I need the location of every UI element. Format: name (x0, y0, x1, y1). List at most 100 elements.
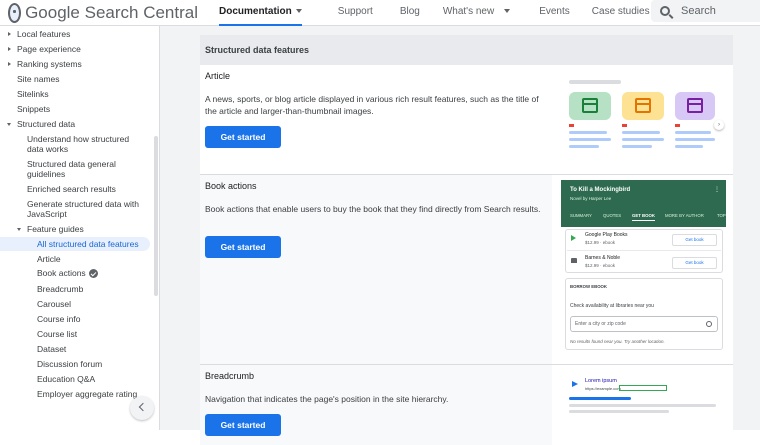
sidebar-item-feature-guides[interactable]: Feature guides (27, 224, 84, 234)
sidebar-item-employer-rating[interactable]: Employer aggregate rating (37, 389, 137, 399)
nav-label: What's new (442, 5, 495, 17)
sidebar-item-book-actions[interactable]: Book actions (37, 268, 98, 279)
search-icon (706, 321, 712, 327)
search-central-logo-icon (8, 2, 22, 23)
preview-text-bar (569, 131, 607, 134)
row-title: Breadcrumb (205, 371, 255, 381)
store-icon (571, 258, 577, 263)
sidebar-item-snippets[interactable]: Snippets (17, 104, 50, 114)
nav-whats-new[interactable]: What's new (442, 0, 511, 26)
main-nav: Documentation Support Blog What's new Ev… (198, 0, 650, 26)
breadcrumb-preview-title: Lorem ipsum (585, 378, 617, 384)
book-tab: TOP (717, 213, 726, 218)
preview-text-bar (569, 397, 631, 400)
preview-text-bar (622, 145, 652, 148)
book-tab-active: GET BOOK (632, 213, 655, 221)
table-header: Structured data features (200, 35, 733, 65)
nav-events[interactable]: Events (539, 0, 570, 26)
sidebar-scrollbar[interactable] (154, 136, 158, 296)
search-placeholder: Search (681, 5, 716, 17)
sidebar-item-sitelinks[interactable]: Sitelinks (17, 89, 49, 99)
nav-label: Support (337, 5, 373, 17)
search-input[interactable]: Search (651, 0, 760, 22)
preview-card-yellow (622, 92, 664, 120)
book-option-detail: $12.99 · ebook (585, 240, 616, 245)
nav-label: Events (539, 5, 570, 17)
collapse-arrow-icon[interactable] (7, 123, 11, 126)
nav-documentation[interactable]: Documentation (219, 0, 302, 26)
google-play-icon (571, 235, 576, 241)
sidebar-item-article[interactable]: Article (37, 254, 61, 264)
sidebar-item-discussion-forum[interactable]: Discussion forum (37, 359, 102, 369)
book-tab: SUMMARY (570, 213, 592, 218)
document-icon (582, 98, 598, 113)
preview-text-bar (569, 138, 611, 141)
chevron-right-icon: › (714, 120, 724, 130)
sidebar-item-local-features[interactable]: Local features (17, 29, 70, 39)
preview-source-mark (622, 124, 627, 127)
row-title: Book actions (205, 181, 257, 191)
get-started-button[interactable]: Get started (205, 126, 281, 148)
site-logo[interactable]: Google Search Central (8, 2, 198, 23)
row-info-cell: Breadcrumb Navigation that indicates the… (200, 365, 552, 445)
sidebar-item-site-names[interactable]: Site names (17, 74, 60, 84)
preview-source-mark (675, 124, 680, 127)
sidebar-item-education-qa[interactable]: Education Q&A (37, 374, 95, 384)
expand-arrow-icon[interactable] (8, 47, 11, 51)
collapse-arrow-icon[interactable] (17, 228, 21, 231)
book-option-name: Barnes & Noble (585, 255, 621, 261)
book-option-name: Google Play Books (585, 232, 628, 238)
borrow-heading: BORROW EBOOK (570, 284, 607, 289)
sidebar-item-understand-structured-data[interactable]: Understand how structured data works (27, 134, 145, 154)
sidebar-item-carousel[interactable]: Carousel (37, 299, 71, 309)
book-option-detail: $12.99 · ebook (585, 263, 616, 268)
sidebar-item-enriched-results[interactable]: Enriched search results (27, 184, 116, 194)
breadcrumb-preview-url: https://example.com (585, 386, 621, 391)
book-title: To Kill a Mockingbird (570, 187, 631, 193)
sidebar-item-generate-with-javascript[interactable]: Generate structured data with JavaScript (27, 199, 145, 219)
nav-label: Case studies (591, 5, 650, 17)
book-subtitle: Novel by Harper Lee (570, 196, 612, 201)
preview-text-bar (622, 138, 664, 141)
get-started-button[interactable]: Get started (205, 236, 281, 258)
preview-card-purple (675, 92, 715, 120)
row-title: Article (205, 71, 231, 81)
breadcrumb-highlight-box (619, 385, 667, 391)
sidebar-item-all-features[interactable]: All structured data features (0, 237, 150, 251)
borrow-prompt: Check availability at libraries near you (570, 303, 654, 309)
sidebar-item-ranking-systems[interactable]: Ranking systems (17, 59, 82, 69)
preview-card-green (569, 92, 611, 120)
sidebar-item-page-experience[interactable]: Page experience (17, 44, 81, 54)
book-preview-tabs: SUMMARY QUOTES GET BOOK MORE BY AUTHOR T… (561, 207, 726, 227)
top-bar: Google Search Central Documentation Supp… (0, 0, 760, 26)
expand-arrow-icon[interactable] (8, 62, 11, 66)
collapse-sidebar-button[interactable] (130, 396, 154, 420)
preview-text-bar (569, 145, 599, 148)
preview-source-mark (569, 124, 574, 127)
preview-text-bar (622, 131, 660, 134)
sidebar-nav: Local features Page experience Ranking s… (0, 26, 160, 430)
row-description: Navigation that indicates the page's pos… (205, 394, 449, 404)
play-icon (572, 381, 578, 387)
sidebar-item-course-list[interactable]: Course list (37, 329, 77, 339)
sidebar-item-general-guidelines[interactable]: Structured data general guidelines (27, 159, 145, 179)
nav-support[interactable]: Support (338, 0, 373, 26)
get-started-button[interactable]: Get started (205, 414, 281, 436)
chevron-down-icon (295, 8, 302, 13)
borrow-placeholder: Enter a city or zip code (575, 321, 626, 327)
get-book-button: Get book (672, 257, 717, 269)
preview-text-bar (569, 410, 669, 413)
search-icon (660, 6, 670, 16)
sidebar-item-dataset[interactable]: Dataset (37, 344, 66, 354)
sidebar-item-breadcrumb[interactable]: Breadcrumb (37, 284, 83, 294)
nav-blog[interactable]: Blog (400, 0, 420, 26)
preview-text-bar (675, 131, 711, 134)
expand-arrow-icon[interactable] (8, 32, 11, 36)
row-description: Book actions that enable users to buy th… (205, 204, 541, 214)
nav-case-studies[interactable]: Case studies (592, 0, 650, 26)
more-vert-icon: ⋮ (714, 187, 720, 193)
sidebar-item-structured-data[interactable]: Structured data (17, 119, 75, 129)
verified-badge-icon (88, 269, 98, 279)
sidebar-item-course-info[interactable]: Course info (37, 314, 80, 324)
preview-text-bar (569, 404, 716, 407)
